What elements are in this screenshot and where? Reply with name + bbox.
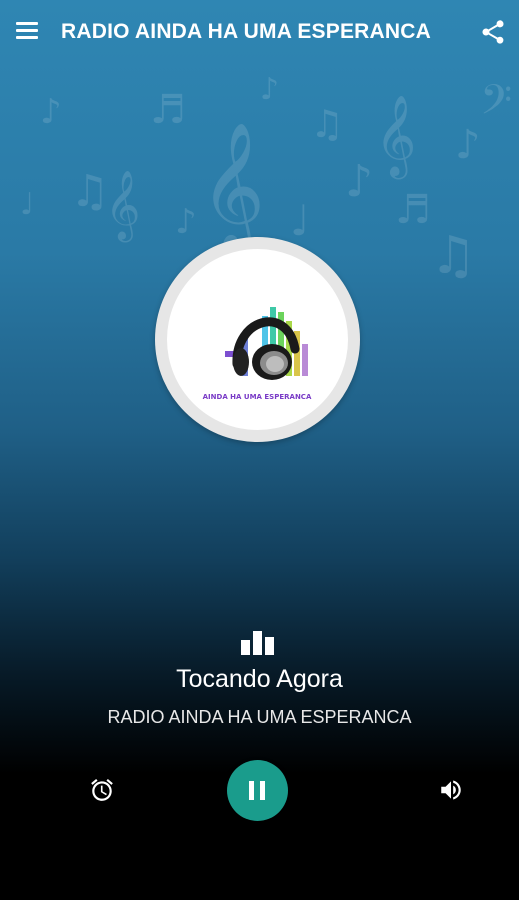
station-logo-image: AINDA HA UMA ESPERANCA — [167, 249, 348, 430]
headphones-logo-graphic: AINDA HA UMA ESPERANCA — [203, 307, 312, 401]
alarm-clock-icon[interactable] — [89, 777, 115, 803]
app-title: RADIO AINDA HA UMA ESPERANCA — [61, 20, 431, 43]
hamburger-menu-icon[interactable] — [16, 22, 38, 40]
equalizer-icon — [241, 631, 274, 655]
station-logo: AINDA HA UMA ESPERANCA — [155, 237, 360, 442]
pause-icon — [249, 781, 266, 800]
logo-caption: AINDA HA UMA ESPERANCA — [203, 393, 312, 401]
station-name: RADIO AINDA HA UMA ESPERANCA — [107, 707, 412, 727]
volume-up-icon[interactable] — [438, 777, 464, 803]
share-icon[interactable] — [479, 18, 507, 46]
now-playing-label: Tocando Agora — [176, 665, 343, 693]
app-bar: RADIO AINDA HA UMA ESPERANCA — [0, 0, 519, 64]
play-pause-button[interactable] — [227, 760, 288, 821]
